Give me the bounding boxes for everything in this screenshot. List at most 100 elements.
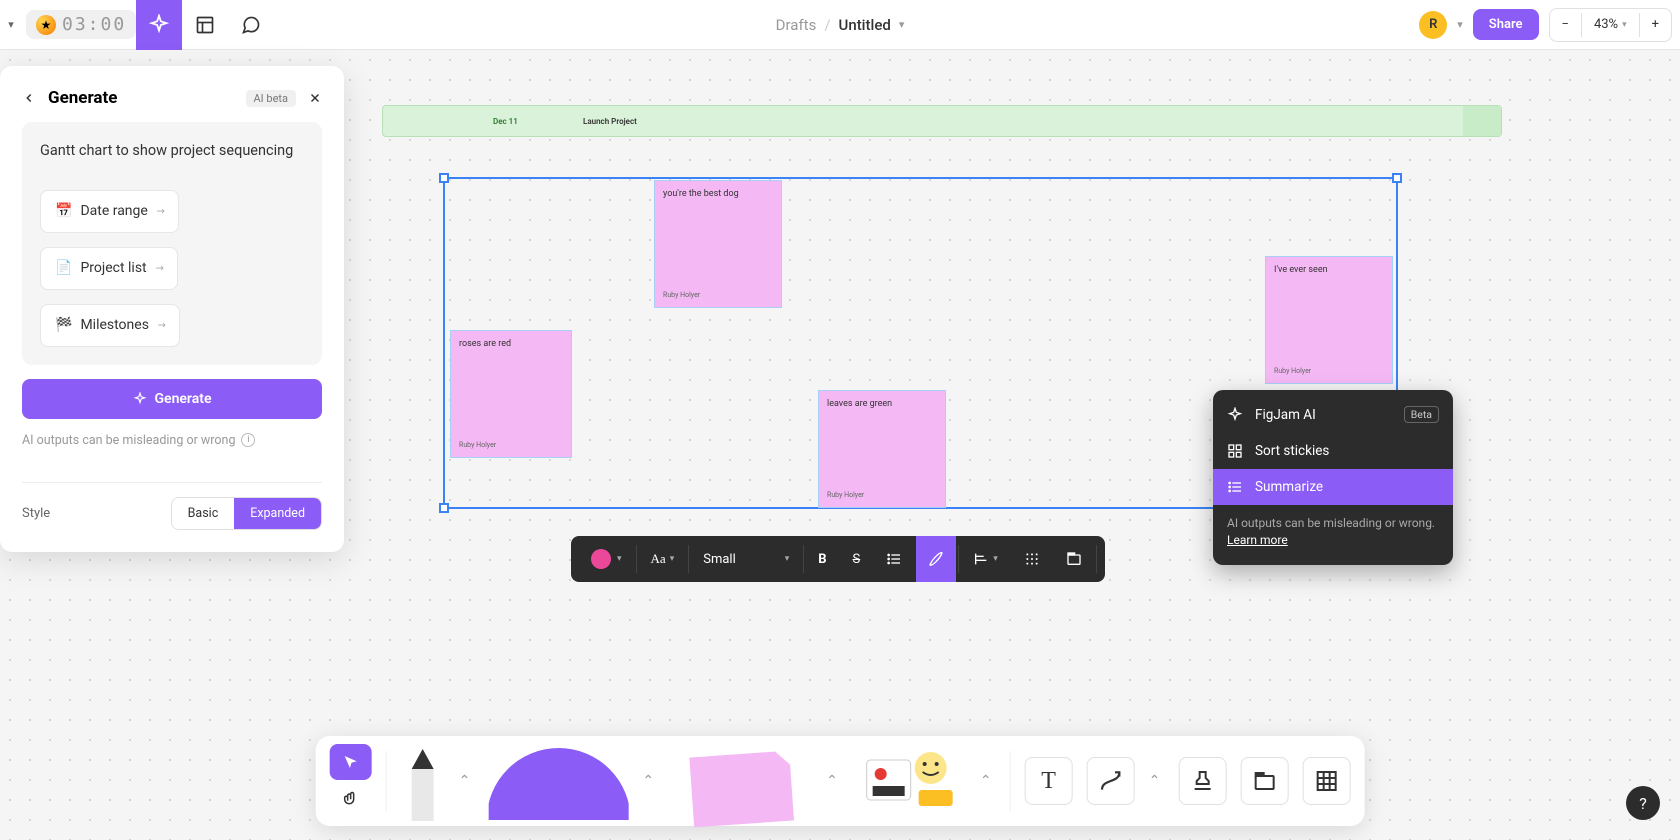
zoom-out-button[interactable]: − bbox=[1550, 17, 1581, 32]
chevron-down-icon[interactable]: ▾ bbox=[1457, 18, 1463, 31]
sparkle-icon bbox=[1227, 407, 1243, 423]
top-bar: ▾ ★ 03:00 Drafts / Untitled ▾ R ▾ Share … bbox=[0, 0, 1680, 50]
list-icon bbox=[1227, 479, 1243, 495]
prompt-input-area[interactable]: Gantt chart to show project sequencing 📅… bbox=[22, 122, 322, 365]
hand-tool[interactable] bbox=[330, 782, 372, 818]
chip-project-list[interactable]: 📄 Project list ↗ bbox=[40, 247, 178, 290]
marker-tool[interactable] bbox=[401, 741, 445, 821]
zoom-controls: − 43% ▾ + bbox=[1549, 8, 1673, 42]
chip-milestones[interactable]: 🏁 Milestones ↗ bbox=[40, 304, 180, 347]
select-tool[interactable] bbox=[330, 744, 372, 780]
back-icon[interactable] bbox=[22, 91, 36, 105]
share-button[interactable]: Share bbox=[1473, 9, 1539, 40]
zoom-value: 43% bbox=[1594, 17, 1618, 32]
topbar-right: R ▾ Share − 43% ▾ + bbox=[1419, 8, 1680, 42]
sort-stickies-label: Sort stickies bbox=[1255, 443, 1329, 459]
sticky-note[interactable]: leaves are green Ruby Holyer bbox=[818, 390, 946, 508]
templates-button[interactable] bbox=[182, 0, 228, 50]
style-expanded-option[interactable]: Expanded bbox=[234, 498, 321, 529]
breadcrumb-folder[interactable]: Drafts bbox=[776, 16, 817, 34]
info-icon[interactable]: i bbox=[241, 433, 255, 447]
list-button[interactable] bbox=[874, 536, 914, 582]
zoom-in-button[interactable]: + bbox=[1640, 17, 1671, 32]
beta-badge: Beta bbox=[1404, 406, 1439, 423]
section-button[interactable] bbox=[1054, 536, 1094, 582]
chip-label: Milestones bbox=[80, 315, 149, 336]
prompt-text: Gantt chart to show project sequencing bbox=[40, 140, 304, 162]
chip-label: Date range bbox=[80, 201, 147, 222]
selection-handle-tr[interactable] bbox=[1392, 173, 1402, 183]
avatar-initial: R bbox=[1429, 17, 1437, 32]
chip-date-range[interactable]: 📅 Date range ↗ bbox=[40, 190, 179, 233]
chevron-down-icon[interactable]: ▾ bbox=[899, 18, 905, 31]
marker-button[interactable] bbox=[916, 536, 956, 582]
table-tool[interactable] bbox=[1302, 757, 1350, 805]
style-basic-option[interactable]: Basic bbox=[172, 498, 235, 529]
user-avatar[interactable]: R bbox=[1419, 11, 1447, 39]
calendar-icon: 📅 bbox=[55, 201, 72, 222]
sticky-text: I've ever seen bbox=[1274, 265, 1384, 275]
stamp-tool[interactable] bbox=[856, 742, 966, 820]
chevron-up-icon[interactable]: ⌃ bbox=[1145, 773, 1165, 789]
ai-disclaimer-text: AI outputs can be misleading or wrong. bbox=[1227, 516, 1435, 530]
chevron-up-icon[interactable]: ⌃ bbox=[976, 773, 996, 789]
divider bbox=[636, 545, 637, 573]
sticky-note[interactable]: you're the best dog Ruby Holyer bbox=[654, 180, 782, 308]
chevron-up-icon[interactable]: ⌃ bbox=[638, 773, 658, 789]
learn-more-link[interactable]: Learn more bbox=[1227, 533, 1288, 547]
generate-button[interactable]: Generate bbox=[22, 379, 322, 419]
bold-button[interactable]: B bbox=[806, 536, 838, 582]
sticky-note[interactable]: I've ever seen Ruby Holyer bbox=[1265, 256, 1393, 384]
divider bbox=[1010, 751, 1011, 811]
gantt-date: Dec 11 bbox=[493, 117, 518, 126]
font-family-picker[interactable]: Aa▾ bbox=[639, 536, 687, 582]
connector-tool[interactable] bbox=[1087, 757, 1135, 805]
section-tool[interactable] bbox=[1240, 757, 1288, 805]
tidy-button[interactable] bbox=[1012, 536, 1052, 582]
shape-tool-group: ⌃ bbox=[488, 742, 658, 820]
arrow-icon: ↗ bbox=[151, 260, 168, 277]
breadcrumb-title[interactable]: Untitled bbox=[839, 16, 891, 34]
help-button[interactable]: ? bbox=[1626, 786, 1660, 820]
main-menu-dropdown[interactable]: ▾ bbox=[0, 18, 22, 31]
generate-panel: Generate AI beta Gantt chart to show pro… bbox=[0, 66, 344, 552]
align-button[interactable]: ▾ bbox=[961, 536, 1010, 582]
zoom-level[interactable]: 43% ▾ bbox=[1582, 17, 1639, 32]
divider bbox=[1096, 545, 1097, 573]
circle-shape-icon bbox=[488, 748, 628, 820]
arrow-icon: ↗ bbox=[152, 203, 169, 220]
sticky-note[interactable]: roses are red Ruby Holyer bbox=[450, 330, 572, 458]
pointer-tools bbox=[330, 744, 372, 818]
marker-tool-group: ⌃ bbox=[401, 741, 475, 821]
selection-handle-tl[interactable] bbox=[439, 173, 449, 183]
panel-disclaimer: AI outputs can be misleading or wrong i bbox=[22, 433, 322, 448]
ai-disclaimer: AI outputs can be misleading or wrong. L… bbox=[1213, 505, 1453, 559]
sticky-color-picker[interactable]: ▾ bbox=[579, 536, 634, 582]
gantt-label: Launch Project bbox=[583, 117, 637, 126]
strikethrough-button[interactable]: S bbox=[841, 536, 873, 582]
gantt-strip[interactable]: Dec 11 Launch Project bbox=[382, 105, 1502, 137]
chevron-up-icon[interactable]: ⌃ bbox=[822, 773, 842, 789]
summarize-item[interactable]: Summarize bbox=[1213, 469, 1453, 505]
shape-tool[interactable] bbox=[488, 742, 628, 820]
comments-button[interactable] bbox=[228, 0, 274, 50]
divider bbox=[386, 751, 387, 811]
sticky-author: Ruby Holyer bbox=[663, 291, 773, 299]
sticky-author: Ruby Holyer bbox=[459, 441, 563, 449]
text-tool[interactable]: T bbox=[1025, 757, 1073, 805]
stamp-picker-tool[interactable] bbox=[1178, 757, 1226, 805]
summarize-label: Summarize bbox=[1255, 479, 1323, 495]
close-icon[interactable] bbox=[308, 91, 322, 105]
disclaimer-text: AI outputs can be misleading or wrong bbox=[22, 433, 235, 448]
chevron-up-icon[interactable]: ⌃ bbox=[455, 773, 475, 789]
timer-chip[interactable]: ★ 03:00 bbox=[26, 10, 136, 39]
color-swatch-icon bbox=[591, 549, 611, 569]
chip-label: Project list bbox=[80, 258, 146, 279]
breadcrumb[interactable]: Drafts / Untitled ▾ bbox=[776, 16, 905, 34]
font-size-picker[interactable]: Small▾ bbox=[691, 536, 801, 582]
ai-menu-header[interactable]: FigJam AI Beta bbox=[1213, 396, 1453, 433]
sticky-tool[interactable] bbox=[672, 742, 812, 820]
selection-handle-bl[interactable] bbox=[439, 503, 449, 513]
ai-tool-button[interactable] bbox=[136, 0, 182, 50]
sort-stickies-item[interactable]: Sort stickies bbox=[1213, 433, 1453, 469]
